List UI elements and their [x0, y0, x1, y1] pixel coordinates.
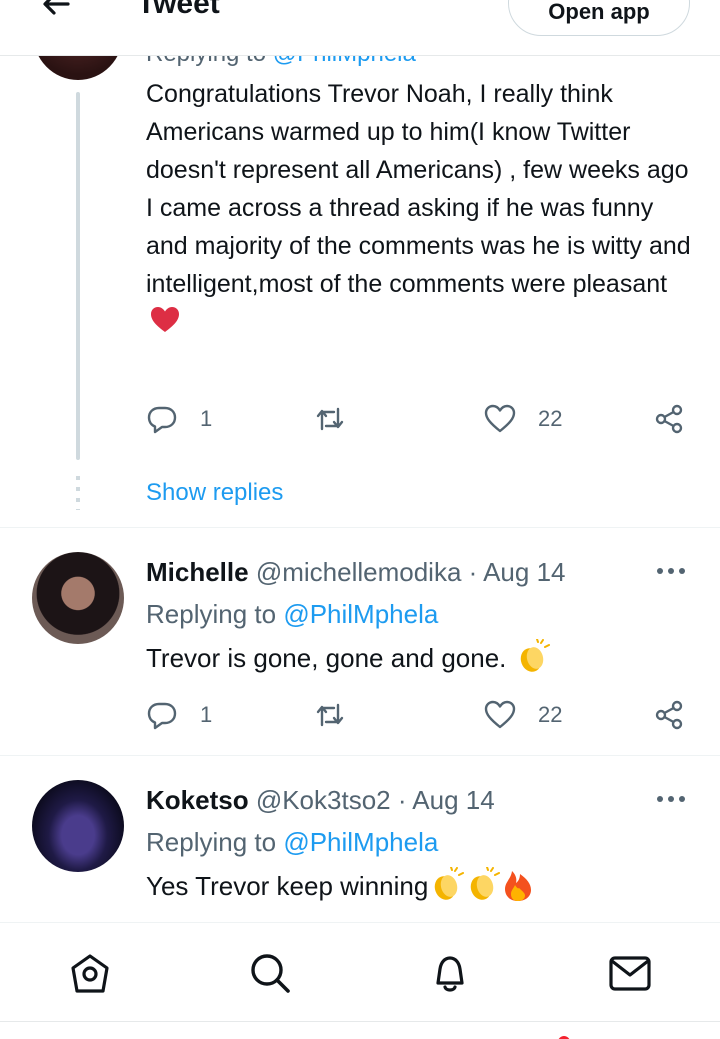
like-count: 22 — [538, 406, 563, 431]
mail-icon[interactable] — [608, 951, 652, 995]
replying-to: Replying to @PhilMphela — [146, 827, 438, 857]
reply-count: 1 — [200, 406, 213, 431]
top-bar: Tweet Open app — [0, 0, 720, 56]
display-name[interactable]: Koketso — [146, 785, 249, 815]
fire-emoji-icon — [505, 871, 532, 901]
search-icon[interactable] — [248, 951, 292, 995]
share-icon — [655, 404, 683, 434]
reply-icon — [147, 702, 177, 730]
retweet-button[interactable] — [314, 399, 346, 439]
replying-prefix: Replying to — [146, 599, 277, 629]
like-count: 22 — [538, 702, 563, 727]
clapping-hands-emoji-icon — [520, 639, 550, 672]
open-app-button[interactable]: Open app — [508, 0, 690, 36]
tweet-actions: 1 22 — [146, 695, 691, 735]
heart-outline-icon — [484, 404, 516, 433]
home-icon[interactable] — [68, 951, 112, 995]
tweet-text: Yes Trevor keep winning — [146, 867, 536, 903]
share-icon — [655, 700, 683, 730]
thread-dots — [76, 476, 80, 510]
retweet-icon — [316, 407, 344, 431]
tweet-date[interactable]: · Aug 14 — [469, 557, 566, 587]
clapping-hands-emoji-icon — [471, 867, 501, 900]
bottom-navigation — [0, 922, 720, 1022]
reply-button[interactable]: 1 — [146, 399, 212, 439]
replying-to: Replying to @PhilMphela — [146, 599, 438, 629]
reply-button[interactable]: 1 — [146, 695, 212, 735]
tweet-header: Koketso @Kok3tso2 · Aug 14 — [146, 785, 495, 815]
reply-count: 1 — [200, 702, 213, 727]
user-handle[interactable]: @michellemodika — [256, 557, 462, 587]
tweet-header: Michelle @michellemodika · Aug 14 — [146, 557, 566, 587]
more-options-icon[interactable] — [655, 789, 687, 809]
like-button[interactable]: 22 — [484, 695, 562, 735]
bottom-edge — [0, 1022, 720, 1039]
tweet-text: Congratulations Trevor Noah, I really th… — [146, 75, 691, 341]
display-name[interactable]: Michelle — [146, 557, 249, 587]
retweet-button[interactable] — [314, 695, 346, 735]
tweet-text-body: Yes Trevor keep winning — [146, 871, 429, 901]
avatar-michelle[interactable] — [32, 552, 124, 644]
like-button[interactable]: 22 — [484, 399, 562, 439]
thread-line — [76, 92, 80, 460]
heart-outline-icon — [484, 700, 516, 729]
user-handle[interactable]: @Kok3tso2 — [256, 785, 391, 815]
tweet-actions: 1 22 — [146, 399, 691, 439]
bell-icon[interactable] — [428, 951, 472, 995]
share-button[interactable] — [653, 399, 685, 439]
divider — [0, 527, 720, 528]
replying-handle-link[interactable]: @PhilMphela — [283, 827, 438, 857]
show-replies-link[interactable]: Show replies — [146, 478, 283, 508]
retweet-icon — [316, 703, 344, 727]
tweet-date[interactable]: · Aug 14 — [398, 785, 495, 815]
share-button[interactable] — [653, 695, 685, 735]
reply-icon — [147, 406, 177, 434]
tweet-text-body: Congratulations Trevor Noah, I really th… — [146, 80, 691, 298]
replying-prefix: Replying to — [146, 827, 277, 857]
red-heart-emoji-icon — [151, 307, 179, 332]
tweet-text: Trevor is gone, gone and gone. — [146, 639, 550, 675]
page-title: Tweet — [137, 0, 220, 20]
avatar-koketso[interactable] — [32, 780, 124, 872]
divider — [0, 755, 720, 756]
tweet-text-body: Trevor is gone, gone and gone. — [146, 643, 507, 673]
back-arrow-icon[interactable] — [38, 0, 74, 22]
replying-handle-link[interactable]: @PhilMphela — [283, 599, 438, 629]
clapping-hands-emoji-icon — [435, 867, 465, 900]
more-options-icon[interactable] — [655, 561, 687, 581]
